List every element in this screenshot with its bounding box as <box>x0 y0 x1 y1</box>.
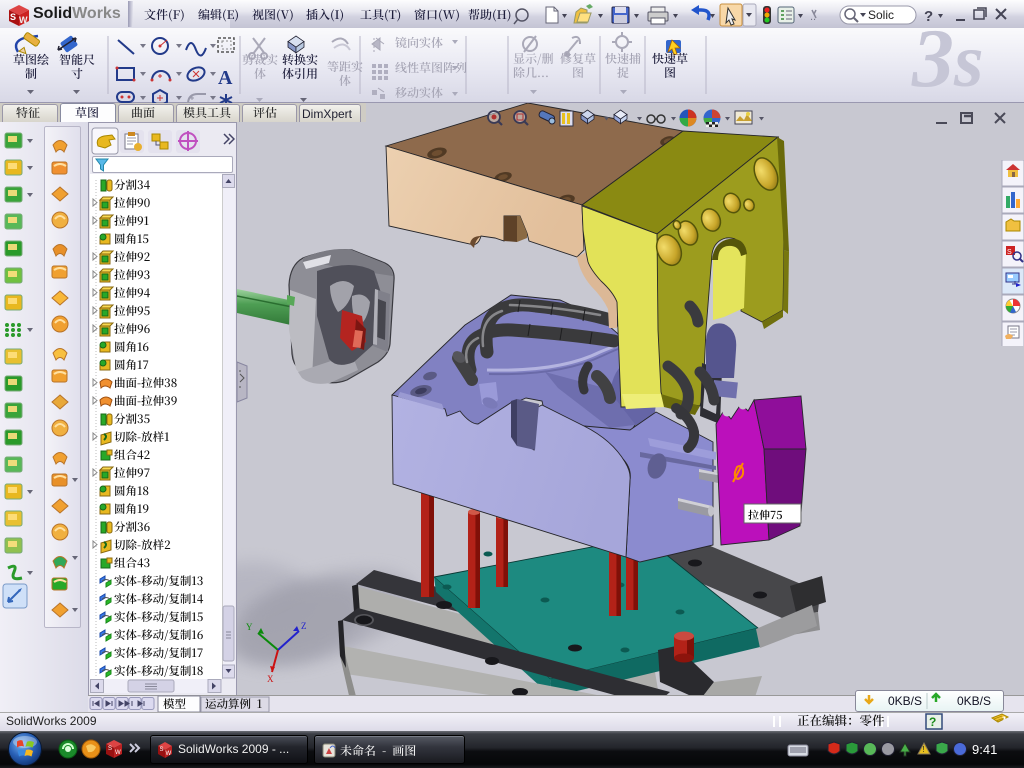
svg-text:A: A <box>218 67 233 89</box>
svg-text:S: S <box>1007 249 1012 256</box>
svg-text:S: S <box>10 12 16 22</box>
svg-text:?: ? <box>929 715 936 729</box>
svg-text:Y: Y <box>246 622 253 632</box>
svg-text:S: S <box>160 747 164 753</box>
svg-text:Z: Z <box>301 621 307 631</box>
svg-text:W: W <box>115 750 121 756</box>
svg-text:W: W <box>166 751 172 757</box>
svg-text:X: X <box>267 674 274 684</box>
svg-text:W: W <box>19 15 28 25</box>
svg-text:!: ! <box>923 745 925 754</box>
svg-text:Solic: Solic <box>868 8 894 22</box>
svg-text:S: S <box>108 746 112 752</box>
